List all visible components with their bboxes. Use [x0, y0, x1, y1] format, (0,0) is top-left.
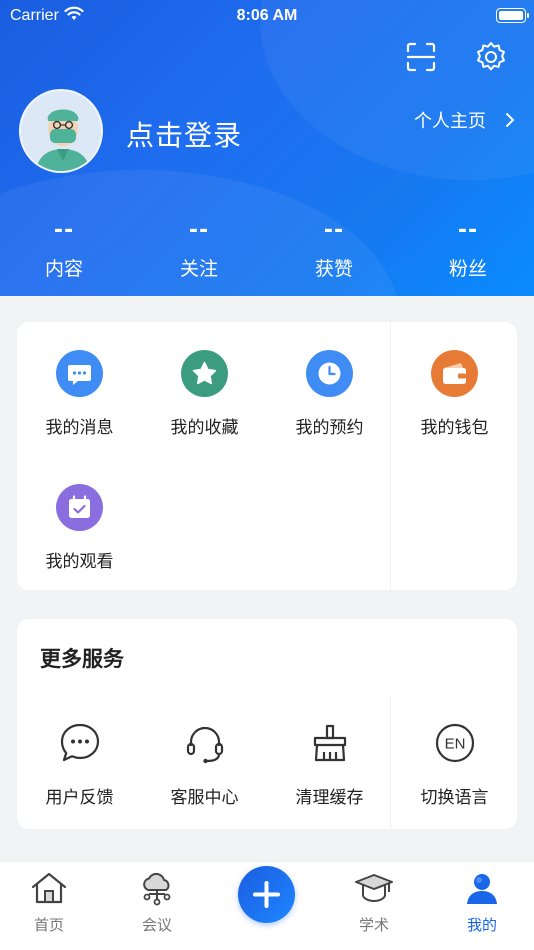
feature-my-appointments[interactable]: 我的预约: [267, 350, 392, 438]
language-icon: EN: [435, 723, 474, 763]
clock-icon: [306, 350, 353, 397]
service-clear-cache[interactable]: 清理缓存: [267, 721, 392, 808]
tab-home[interactable]: 首页: [4, 870, 94, 935]
feature-label: 我的观看: [45, 552, 114, 572]
star-icon: [181, 350, 228, 397]
service-customer-center[interactable]: 客服中心: [142, 721, 267, 808]
tab-academic[interactable]: 学术: [329, 870, 419, 935]
stat-label: 关注: [179, 258, 218, 280]
battery-icon: [496, 8, 529, 23]
chevron-right-icon[interactable]: [503, 111, 517, 129]
user-icon: [467, 874, 497, 904]
gear-icon[interactable]: [474, 40, 508, 74]
tab-label: 会议: [141, 916, 172, 934]
calendar-check-icon: [56, 484, 103, 531]
feature-label: 我的收藏: [170, 418, 239, 438]
stat-label: 粉丝: [448, 258, 487, 280]
plus-icon: [253, 881, 280, 908]
tab-label: 我的: [466, 916, 497, 934]
stat-label: 内容: [44, 258, 83, 280]
service-switch-language[interactable]: EN 切换语言: [392, 721, 517, 808]
profile-link[interactable]: 个人主页: [414, 107, 486, 133]
add-button[interactable]: [238, 866, 295, 923]
headset-icon: [186, 726, 223, 764]
graduation-cap-icon: [355, 874, 393, 903]
home-icon: [31, 872, 67, 904]
service-label: 客服中心: [170, 788, 239, 808]
tab-meetings[interactable]: 会议: [112, 870, 202, 935]
broom-icon: [313, 724, 346, 762]
status-bar: Carrier 8:06 AM: [0, 0, 534, 32]
feature-label: 我的预约: [295, 418, 364, 438]
tab-label: 首页: [33, 916, 64, 934]
feature-my-wallet[interactable]: 我的钱包: [392, 350, 517, 438]
service-user-feedback[interactable]: 用户反馈: [17, 721, 142, 808]
stat-content[interactable]: -- 内容: [4, 218, 124, 281]
service-label: 用户反馈: [45, 788, 114, 808]
stats-row: -- 内容 -- 关注 -- 获赞 -- 粉丝: [0, 218, 534, 288]
stat-label: 获赞: [314, 258, 353, 280]
feedback-icon: [60, 723, 99, 762]
cloud-network-icon: [143, 872, 171, 906]
message-icon: [56, 350, 103, 397]
stat-value: --: [188, 218, 210, 243]
avatar[interactable]: [19, 89, 103, 173]
features-card: 我的消息 我的收藏 我的预约 我的钱包 我的观看: [17, 322, 517, 590]
feature-my-viewing[interactable]: 我的观看: [17, 484, 142, 572]
stat-following[interactable]: -- 关注: [139, 218, 259, 281]
section-title: 更多服务: [40, 647, 124, 671]
more-services-card: 更多服务 用户反馈 客服中心 清理缓存 EN 切换语言: [17, 619, 517, 829]
stat-value: --: [457, 218, 479, 243]
stat-value: --: [323, 218, 345, 243]
svg-text:EN: EN: [444, 736, 465, 753]
tab-label: 学术: [358, 916, 389, 934]
profile-header: Carrier 8:06 AM 点击登录 个人主页 -- 内容 -- 关注 --…: [0, 0, 534, 296]
service-label: 切换语言: [420, 788, 489, 808]
feature-my-messages[interactable]: 我的消息: [17, 350, 142, 438]
tab-mine[interactable]: 我的: [437, 870, 527, 935]
status-time: 8:06 AM: [236, 7, 298, 24]
feature-label: 我的钱包: [420, 418, 489, 438]
scan-icon[interactable]: [404, 40, 438, 74]
stat-likes[interactable]: -- 获赞: [274, 218, 394, 281]
service-label: 清理缓存: [295, 788, 364, 808]
feature-label: 我的消息: [45, 418, 114, 438]
doctor-avatar-icon: [21, 91, 101, 171]
stat-value: --: [53, 218, 75, 243]
login-button[interactable]: 点击登录: [126, 114, 242, 154]
feature-my-favorites[interactable]: 我的收藏: [142, 350, 267, 438]
stat-fans[interactable]: -- 粉丝: [408, 218, 528, 281]
wallet-icon: [431, 350, 478, 397]
